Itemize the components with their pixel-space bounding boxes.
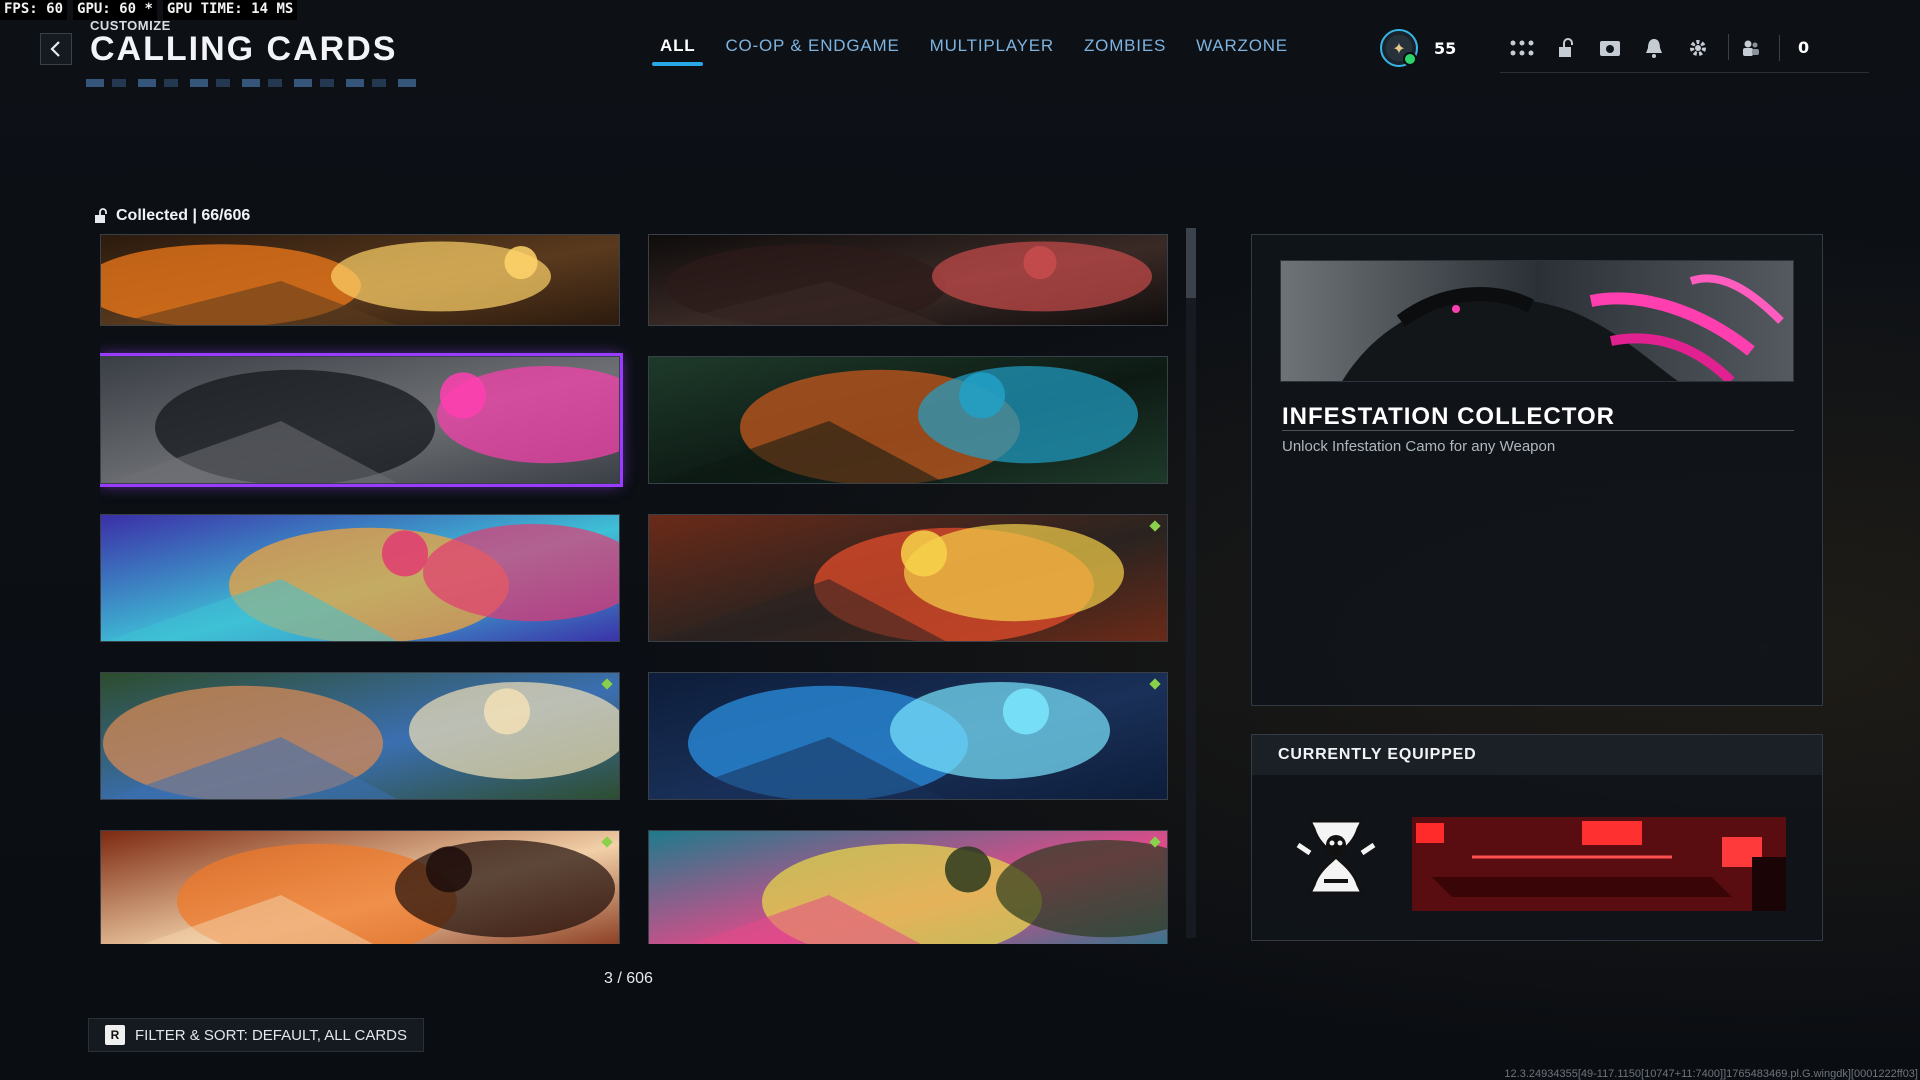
calling-card-art: [101, 515, 619, 641]
bell-icon[interactable]: [1632, 34, 1676, 62]
calling-card-squad-skulls[interactable]: [100, 830, 620, 944]
calling-card-fire-combat[interactable]: [100, 234, 620, 326]
calling-card-art: [649, 515, 1167, 641]
card-unlock-description: Unlock Infestation Camo for any Weapon: [1282, 438, 1556, 455]
tab-zombies[interactable]: ZOMBIES: [1084, 36, 1166, 66]
back-button[interactable]: [40, 33, 72, 65]
calling-card-art: [101, 235, 619, 325]
calling-card-art: [101, 673, 619, 799]
equipped-header: CURRENTLY EQUIPPED: [1252, 735, 1822, 775]
collected-label: Collected | 66/606: [116, 207, 251, 224]
friends-divider: [1779, 34, 1780, 61]
calling-card-art: [649, 831, 1167, 944]
camera-icon[interactable]: [1588, 34, 1632, 62]
calling-card-art: [101, 831, 619, 944]
build-version: 12.3.24934355[49-117.1150[10747+11:7400]…: [1504, 1068, 1918, 1080]
hud-divider: [1728, 33, 1729, 60]
friends-icon: [1743, 40, 1759, 56]
detail-card-preview: [1280, 260, 1794, 382]
filter-sort-button[interactable]: R FILTER & SORT: DEFAULT, ALL CARDS: [88, 1018, 425, 1052]
scrollbar-thumb[interactable]: [1186, 228, 1196, 298]
calling-card-infestation-collector[interactable]: [100, 353, 623, 487]
card-title: INFESTATION COLLECTOR: [1282, 403, 1615, 430]
performance-overlay: FPS: 60 GPU: 60 * GPU TIME: 14 MS: [0, 0, 298, 20]
filter-sort-label: FILTER & SORT: DEFAULT, ALL CARDS: [135, 1026, 408, 1044]
rank-badge-icon[interactable]: ✦: [1380, 29, 1418, 67]
tab-multiplayer[interactable]: MULTIPLAYER: [930, 36, 1054, 66]
calling-card-grid: [100, 234, 1168, 944]
currently-equipped-panel: CURRENTLY EQUIPPED: [1251, 734, 1823, 941]
tab-warzone[interactable]: WARZONE: [1196, 36, 1288, 66]
collected-counter: Collected | 66/606: [94, 207, 250, 225]
gpu-time-readout: GPU TIME: 14 MS: [162, 0, 298, 20]
tab-coop-endgame[interactable]: CO-OP & ENDGAME: [725, 36, 899, 66]
player-level: 55: [1434, 38, 1457, 58]
calling-card-art: [649, 357, 1167, 483]
unlock-icon: [95, 208, 107, 223]
unlock-icon[interactable]: [1544, 34, 1588, 62]
calling-card-gumball-machine[interactable]: [100, 514, 620, 642]
chevron-left-icon: [50, 41, 60, 57]
calling-card-jungle-creature[interactable]: [648, 830, 1168, 944]
hud-icon-bar: 0: [1500, 33, 1870, 73]
friends-button[interactable]: 0: [1741, 34, 1869, 62]
tab-all[interactable]: ALL: [651, 36, 705, 66]
calling-card-ice-sword[interactable]: [648, 672, 1168, 800]
key-prompt: R: [105, 1025, 125, 1045]
title-divider: [1282, 430, 1794, 431]
category-tabs: ALL CO-OP & ENDGAME MULTIPLAYER ZOMBIES …: [651, 36, 1288, 66]
calling-card-mech-factory[interactable]: [648, 514, 1168, 642]
title-decoration: [86, 79, 416, 87]
card-detail-panel: INFESTATION COLLECTOR Unlock Infestation…: [1251, 234, 1823, 706]
page-indicator: 3 / 606: [604, 970, 653, 987]
gpu-readout: GPU: 60 *: [73, 0, 157, 20]
hourglass-skull-emblem-icon[interactable]: [1288, 815, 1384, 899]
calling-card-art: [649, 235, 1167, 325]
equipped-calling-card[interactable]: [1412, 817, 1786, 911]
calling-card-art: [101, 357, 619, 483]
fps-readout: FPS: 60: [0, 0, 68, 20]
player-hud: ✦ 55 0: [1380, 26, 1870, 73]
page-title: CALLING CARDS: [90, 30, 398, 68]
grid-menu-icon[interactable]: [1500, 34, 1544, 62]
calling-card-round-50-boxer[interactable]: [100, 672, 620, 800]
grid-scrollbar[interactable]: [1186, 228, 1196, 938]
calling-card-art: [649, 673, 1167, 799]
calling-card-biker-zombie[interactable]: [648, 356, 1168, 484]
gear-icon[interactable]: [1676, 34, 1720, 62]
friends-count: 0: [1798, 38, 1810, 57]
calling-card-meat-slice[interactable]: [648, 234, 1168, 326]
